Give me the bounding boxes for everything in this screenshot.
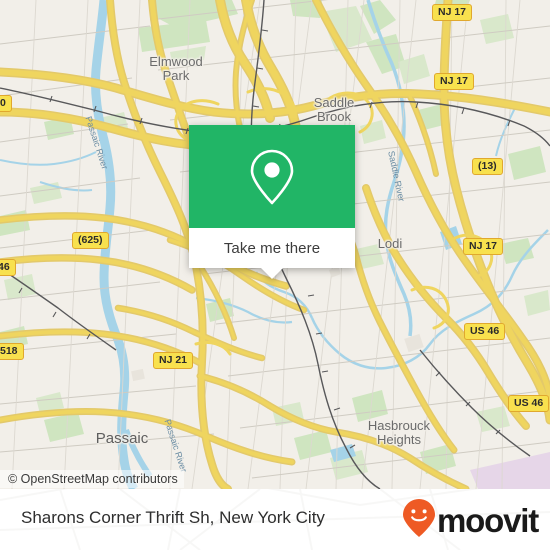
popup-pointer-tail [261,268,283,279]
footer-bar: Sharons Corner Thrift Sh, New York City … [0,489,550,550]
highway-shield[interactable]: NJ 17 [463,238,504,255]
map-pin-icon [248,148,296,206]
highway-shield[interactable]: NJ 17 [434,73,475,90]
location-popup-card[interactable]: Take me there [189,125,355,279]
highway-shield[interactable]: US 46 [508,395,550,412]
place-title: Sharons Corner Thrift Sh, New York City [21,508,325,527]
osm-attribution[interactable]: © OpenStreetMap contributors [0,470,184,488]
moovit-logo[interactable]: moovit [402,498,539,539]
highway-shield[interactable]: NJ 21 [153,352,194,369]
highway-shield[interactable]: 46 [0,259,16,276]
moovit-wordmark: moovit [437,501,539,539]
highway-shield[interactable]: (625) [72,232,109,249]
moovit-pin-smiley-icon [402,498,436,543]
map-canvas[interactable]: .wtr { fill:none; stroke:#A5D3E8; } .wtr… [0,0,550,489]
highway-shield[interactable]: 0 [0,95,12,112]
take-me-there-label: Take me there [223,239,321,257]
highway-shield[interactable]: 518 [0,343,24,360]
highway-shield[interactable]: (13) [472,158,503,175]
highway-shield[interactable]: NJ 17 [432,4,473,21]
map-screen: .wtr { fill:none; stroke:#A5D3E8; } .wtr… [0,0,550,550]
popup-icon-area [189,125,355,228]
take-me-there-button[interactable]: Take me there [189,228,355,279]
highway-shield[interactable]: US 46 [464,323,506,340]
